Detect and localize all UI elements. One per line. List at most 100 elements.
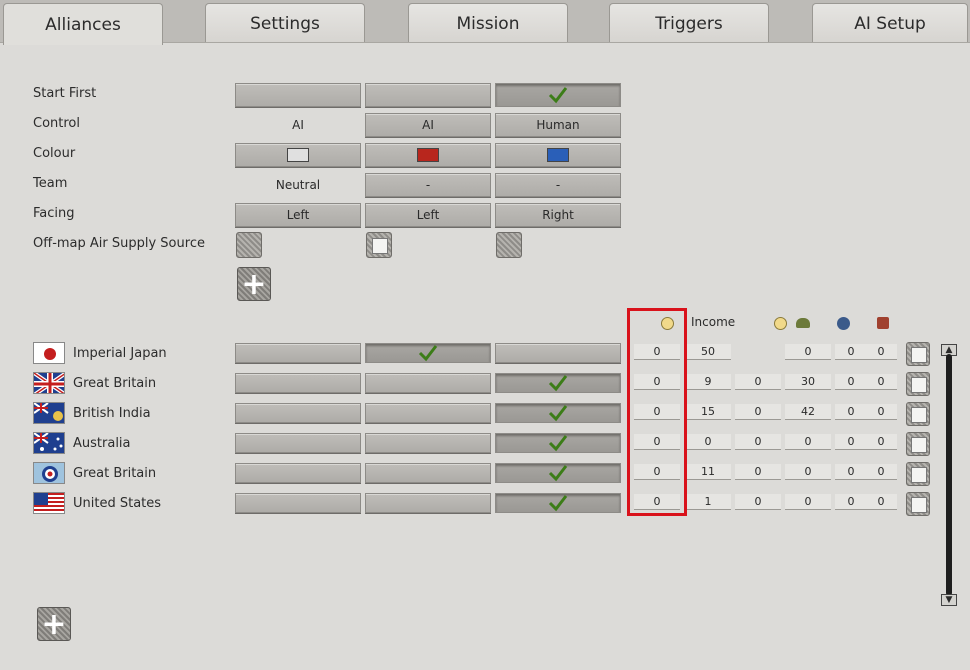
start-first-button-2[interactable] bbox=[365, 83, 491, 107]
nations-scrollbar[interactable]: ▲ ▼ bbox=[940, 344, 958, 606]
nation-toggle[interactable] bbox=[906, 402, 930, 426]
alliance-slot-1[interactable] bbox=[235, 373, 361, 393]
alliance-slot-1[interactable] bbox=[235, 463, 361, 483]
resource-value-2[interactable]: 0 bbox=[735, 434, 781, 450]
resource-value-5[interactable]: 0 bbox=[865, 344, 897, 360]
air-supply-toggle-2[interactable] bbox=[366, 232, 392, 258]
tab-ai-setup[interactable]: AI Setup bbox=[812, 3, 968, 43]
checkmark-icon bbox=[548, 435, 568, 452]
resource-value-1[interactable]: 0 bbox=[685, 434, 731, 450]
resource-value-5[interactable]: 0 bbox=[865, 464, 897, 480]
nation-toggle[interactable] bbox=[906, 342, 930, 366]
resource-value-3[interactable]: 0 bbox=[785, 464, 831, 480]
colour-button-2[interactable] bbox=[365, 143, 491, 167]
air-supply-label: Off-map Air Supply Source bbox=[33, 236, 205, 251]
scroll-track[interactable] bbox=[946, 354, 952, 596]
resource-value-4[interactable]: 0 bbox=[835, 434, 867, 450]
scroll-down-button[interactable]: ▼ bbox=[941, 594, 957, 606]
nation-toggle[interactable] bbox=[906, 462, 930, 486]
team-label: Team bbox=[33, 176, 68, 191]
resource-value-2[interactable]: 0 bbox=[735, 404, 781, 420]
facing-label: Facing bbox=[33, 206, 75, 221]
resource-value-2[interactable]: 0 bbox=[735, 374, 781, 390]
start-first-label: Start First bbox=[33, 86, 97, 101]
resource-value-4[interactable]: 0 bbox=[835, 464, 867, 480]
resource-value-3[interactable]: 42 bbox=[785, 404, 831, 420]
resource-value-1[interactable]: 1 bbox=[685, 494, 731, 510]
nation-toggle[interactable] bbox=[906, 432, 930, 456]
highlight-box bbox=[627, 308, 687, 516]
alliance-slot-3[interactable] bbox=[495, 463, 621, 483]
alliance-slot-1[interactable] bbox=[235, 403, 361, 423]
resource-value-5[interactable]: 0 bbox=[865, 434, 897, 450]
alliance-slot-2[interactable] bbox=[365, 403, 491, 423]
resource-value-5[interactable]: 0 bbox=[865, 404, 897, 420]
resource-value-4[interactable]: 0 bbox=[835, 374, 867, 390]
resource-value-1[interactable]: 15 bbox=[685, 404, 731, 420]
control-button-3[interactable]: Human bbox=[495, 113, 621, 137]
facing-button-1[interactable]: Left bbox=[235, 203, 361, 227]
alliance-slot-1[interactable] bbox=[235, 493, 361, 513]
nation-name: Imperial Japan bbox=[73, 346, 167, 361]
alliance-slot-1[interactable] bbox=[235, 343, 361, 363]
flag-australia-icon bbox=[33, 432, 65, 454]
flag-us-icon bbox=[33, 492, 65, 514]
nation-toggle[interactable] bbox=[906, 372, 930, 396]
alliance-slot-2[interactable] bbox=[365, 343, 491, 363]
air-supply-toggle-3[interactable] bbox=[496, 232, 522, 258]
resource-value-3[interactable]: 30 bbox=[785, 374, 831, 390]
tab-settings[interactable]: Settings bbox=[205, 3, 365, 43]
team-button-2[interactable]: - bbox=[365, 173, 491, 197]
team-button-3[interactable]: - bbox=[495, 173, 621, 197]
tab-triggers[interactable]: Triggers bbox=[609, 3, 769, 43]
colour-swatch-1 bbox=[287, 148, 309, 162]
alliance-slot-3[interactable] bbox=[495, 403, 621, 423]
resource-value-4[interactable]: 0 bbox=[835, 344, 867, 360]
resource-value-1[interactable]: 9 bbox=[685, 374, 731, 390]
aircraft-icon bbox=[877, 317, 889, 329]
control-button-2[interactable]: AI bbox=[365, 113, 491, 137]
resource-value-4[interactable]: 0 bbox=[835, 404, 867, 420]
alliance-slot-2[interactable] bbox=[365, 373, 491, 393]
alliance-slot-3[interactable] bbox=[495, 493, 621, 513]
resource-value-1[interactable]: 11 bbox=[685, 464, 731, 480]
resource-value-5[interactable]: 0 bbox=[865, 374, 897, 390]
add-alliance-button[interactable]: + bbox=[237, 267, 271, 302]
facing-button-3[interactable]: Right bbox=[495, 203, 621, 227]
start-first-button-1[interactable] bbox=[235, 83, 361, 107]
facing-button-2[interactable]: Left bbox=[365, 203, 491, 227]
resource-value-2[interactable]: 0 bbox=[735, 464, 781, 480]
alliance-slot-2[interactable] bbox=[365, 493, 491, 513]
flag-raf-icon bbox=[33, 462, 65, 484]
nation-name: Great Britain bbox=[73, 376, 157, 391]
checkmark-icon bbox=[418, 345, 438, 362]
checkmark-icon bbox=[548, 375, 568, 392]
flag-uk-icon bbox=[33, 372, 65, 394]
resource-value-3[interactable]: 0 bbox=[785, 494, 831, 510]
colour-button-3[interactable] bbox=[495, 143, 621, 167]
add-nation-button[interactable]: + bbox=[37, 607, 71, 642]
resource-value-2[interactable]: 0 bbox=[735, 494, 781, 510]
resource-value-3[interactable]: 0 bbox=[785, 344, 831, 360]
alliance-slot-1[interactable] bbox=[235, 433, 361, 453]
alliance-slot-2[interactable] bbox=[365, 463, 491, 483]
resource-value-3[interactable]: 0 bbox=[785, 434, 831, 450]
control-value-1: AI bbox=[292, 118, 304, 132]
alliance-slot-3[interactable] bbox=[495, 373, 621, 393]
flag-india-icon bbox=[33, 402, 65, 424]
resource-value-1[interactable]: 50 bbox=[685, 344, 731, 360]
tab-mission[interactable]: Mission bbox=[408, 3, 568, 43]
tab-alliances[interactable]: Alliances bbox=[3, 3, 163, 45]
air-supply-toggle-1[interactable] bbox=[236, 232, 262, 258]
alliance-slot-2[interactable] bbox=[365, 433, 491, 453]
start-first-button-3[interactable] bbox=[495, 83, 621, 107]
alliance-slot-3[interactable] bbox=[495, 433, 621, 453]
nation-toggle[interactable] bbox=[906, 492, 930, 516]
flag-japan-icon bbox=[33, 342, 65, 364]
income-header: Income bbox=[691, 315, 736, 329]
alliance-slot-3[interactable] bbox=[495, 343, 621, 363]
tab-bar: Alliances Settings Mission Triggers AI S… bbox=[0, 0, 970, 45]
colour-button-1[interactable] bbox=[235, 143, 361, 167]
resource-value-4[interactable]: 0 bbox=[835, 494, 867, 510]
resource-value-5[interactable]: 0 bbox=[865, 494, 897, 510]
